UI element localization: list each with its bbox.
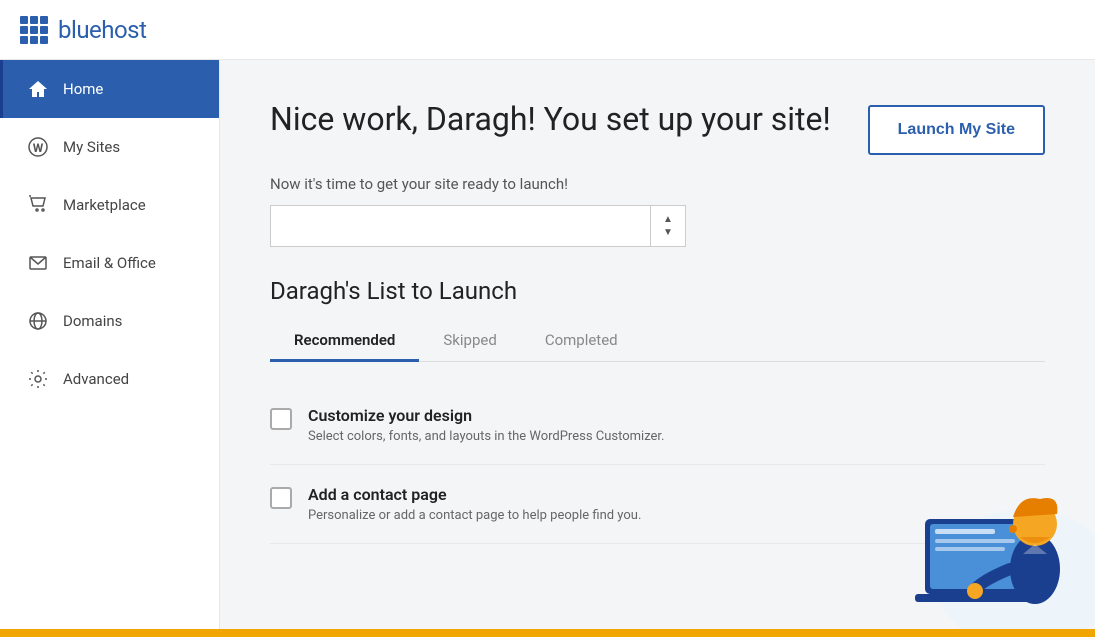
top-header: bluehost	[0, 0, 1095, 60]
content-header: Nice work, Daragh! You set up your site!…	[270, 100, 1045, 155]
item-desc-contact: Personalize or add a contact page to hel…	[308, 508, 641, 523]
select-arrows[interactable]: ▲ ▼	[650, 205, 686, 247]
checkbox-contact-page[interactable]	[270, 487, 292, 509]
item-desc-customize: Select colors, fonts, and layouts in the…	[308, 429, 664, 444]
sidebar-item-advanced-label: Advanced	[63, 370, 129, 388]
item-text: Customize your design Select colors, fon…	[308, 406, 664, 444]
main-layout: Home W My Sites Marketplace	[0, 60, 1095, 629]
list-title: Daragh's List to Launch	[270, 277, 1045, 305]
sidebar-item-domains-label: Domains	[63, 312, 122, 330]
email-icon	[27, 252, 49, 274]
site-select-wrapper: ▲ ▼	[270, 205, 1045, 247]
sidebar-item-email-office[interactable]: Email & Office	[0, 234, 219, 292]
logo-text: bluehost	[58, 16, 146, 44]
bottom-bar	[0, 629, 1095, 637]
arrow-up-icon: ▲	[663, 214, 673, 225]
sidebar-item-marketplace[interactable]: Marketplace	[0, 176, 219, 234]
welcome-title: Nice work, Daragh! You set up your site!	[270, 100, 831, 138]
subtitle: Now it's time to get your site ready to …	[270, 175, 1045, 193]
sidebar: Home W My Sites Marketplace	[0, 60, 220, 629]
tab-recommended[interactable]: Recommended	[270, 321, 419, 362]
home-icon	[27, 78, 49, 100]
marketplace-icon	[27, 194, 49, 216]
sidebar-item-domains[interactable]: Domains	[0, 292, 219, 350]
checkbox-customize-design[interactable]	[270, 408, 292, 430]
arrow-down-icon: ▼	[663, 227, 673, 238]
item-title-customize: Customize your design	[308, 406, 664, 425]
sidebar-item-marketplace-label: Marketplace	[63, 196, 146, 214]
tabs-container: Recommended Skipped Completed	[270, 321, 1045, 362]
tab-skipped[interactable]: Skipped	[419, 321, 520, 362]
logo-area: bluehost	[20, 16, 146, 44]
launch-site-button[interactable]: Launch My Site	[868, 105, 1045, 155]
item-text: Add a contact page Personalize or add a …	[308, 485, 641, 523]
sidebar-item-my-sites-label: My Sites	[63, 138, 120, 156]
sidebar-item-advanced[interactable]: Advanced	[0, 350, 219, 408]
sidebar-item-email-office-label: Email & Office	[63, 254, 156, 272]
item-title-contact: Add a contact page	[308, 485, 641, 504]
advanced-icon	[27, 368, 49, 390]
logo-grid-icon	[20, 16, 48, 44]
site-select-dropdown[interactable]	[270, 205, 650, 247]
sidebar-item-home[interactable]: Home	[0, 60, 219, 118]
sidebar-item-my-sites[interactable]: W My Sites	[0, 118, 219, 176]
svg-text:W: W	[33, 141, 44, 155]
illustration	[845, 429, 1095, 629]
wordpress-icon: W	[27, 136, 49, 158]
domains-icon	[27, 310, 49, 332]
tab-completed[interactable]: Completed	[521, 321, 642, 362]
sidebar-item-home-label: Home	[63, 80, 103, 98]
content-area: Nice work, Daragh! You set up your site!…	[220, 60, 1095, 629]
